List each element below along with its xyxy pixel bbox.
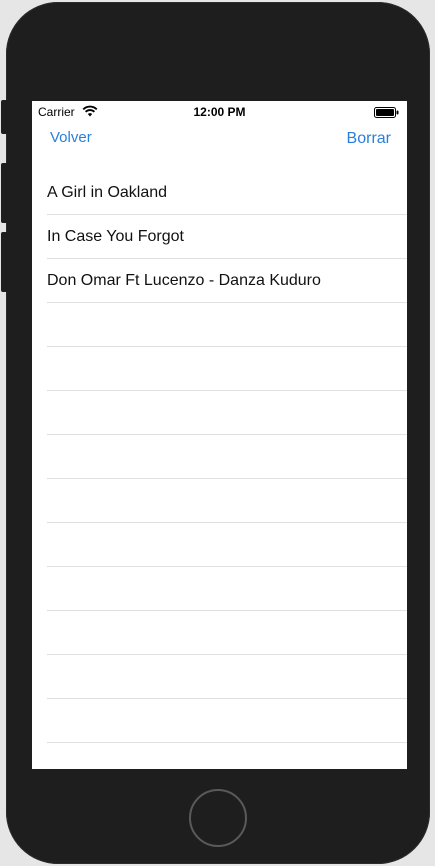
- row-label: Don Omar Ft Lucenzo - Danza Kuduro: [47, 272, 321, 289]
- delete-button[interactable]: Borrar: [347, 130, 391, 148]
- table-row[interactable]: A Girl in Oakland: [47, 171, 407, 215]
- status-time: 12:00 PM: [193, 105, 246, 119]
- table-row[interactable]: In Case You Forgot: [47, 215, 407, 259]
- mute-switch: [1, 100, 7, 134]
- table-row[interactable]: [47, 567, 407, 611]
- row-label: In Case You Forgot: [47, 228, 184, 245]
- home-button[interactable]: [189, 789, 247, 847]
- table-row[interactable]: [47, 655, 407, 699]
- table-row[interactable]: [47, 743, 407, 769]
- row-label: A Girl in Oakland: [47, 184, 168, 201]
- table-row[interactable]: [47, 391, 407, 435]
- table-row[interactable]: [47, 611, 407, 655]
- table-row[interactable]: [47, 303, 407, 347]
- status-bar: Carrier 12:00 PM: [32, 101, 407, 121]
- volume-up-button: [1, 163, 7, 223]
- songs-table: A Girl in Oakland In Case You Forgot Don…: [32, 171, 407, 769]
- table-row[interactable]: [47, 699, 407, 743]
- battery-icon: [374, 107, 399, 118]
- table-row[interactable]: [47, 347, 407, 391]
- app-screen: Carrier 12:00 PM Volver Borrar A Girl in…: [32, 101, 407, 769]
- table-row[interactable]: [47, 435, 407, 479]
- table-row[interactable]: [47, 479, 407, 523]
- back-button[interactable]: Volver: [50, 129, 92, 146]
- volume-down-button: [1, 232, 7, 292]
- navigation-bar: Volver Borrar: [32, 121, 407, 155]
- table-row[interactable]: [47, 523, 407, 567]
- table-row[interactable]: Don Omar Ft Lucenzo - Danza Kuduro: [47, 259, 407, 303]
